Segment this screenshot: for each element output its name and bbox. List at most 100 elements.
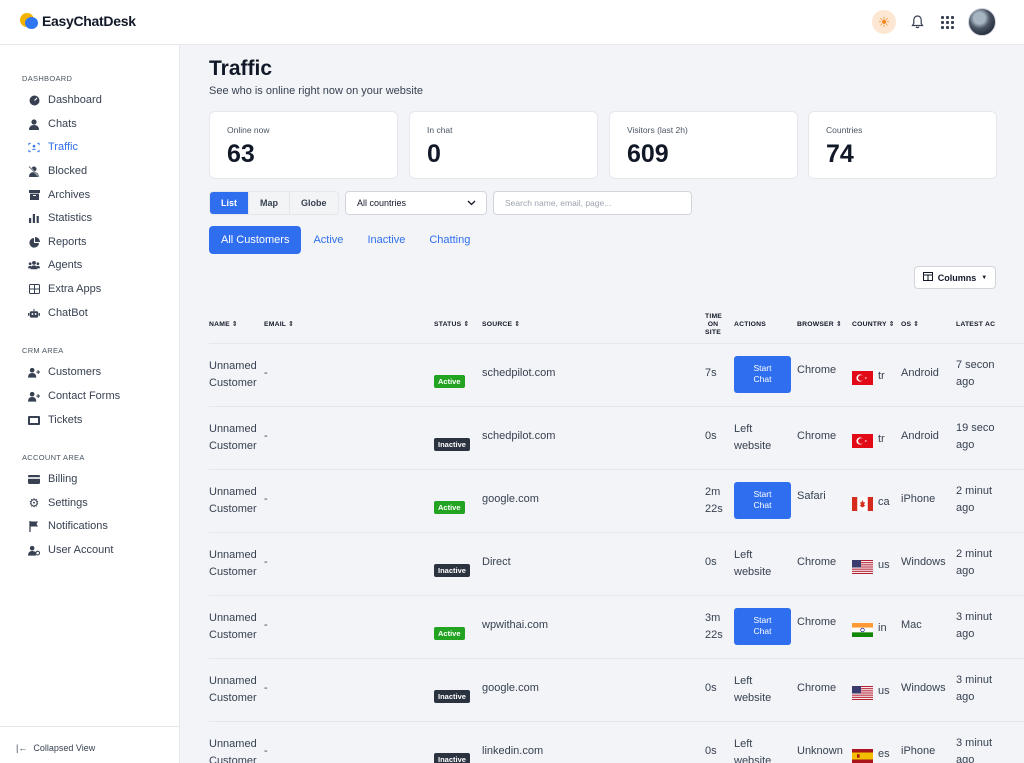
sidebar-item-billing[interactable]: Billing (28, 472, 77, 486)
sidebar-item-user-account[interactable]: User Account (28, 543, 113, 557)
tab-chatting[interactable]: Chatting (417, 226, 482, 254)
column-header-latest[interactable]: LATEST AC (956, 321, 996, 329)
chevron-down-icon (467, 192, 476, 214)
view-globe-button[interactable]: Globe (290, 192, 338, 214)
customer-name: Unnamed Customer (209, 423, 257, 452)
source: google.com (482, 682, 539, 694)
view-toggle: List Map Globe (209, 191, 339, 215)
user-plus-icon (28, 366, 40, 378)
sidebar-item-chatbot[interactable]: ChatBot (28, 306, 88, 320)
avatar[interactable] (968, 8, 996, 36)
column-header-actions: ACTIONS (734, 321, 766, 328)
flag-us-icon (852, 686, 873, 700)
tab-inactive[interactable]: Inactive (355, 226, 417, 254)
left-website-text: Left website (734, 549, 772, 578)
os: Windows (901, 682, 946, 694)
search-input[interactable] (493, 191, 692, 215)
column-header-name[interactable]: NAME ⇕ (209, 321, 238, 329)
apps-grid-icon[interactable] (938, 13, 956, 31)
app-name: EasyChatDesk (42, 13, 136, 29)
sidebar-item-extra-apps[interactable]: Extra Apps (28, 282, 101, 296)
start-chat-button[interactable]: Start Chat (734, 356, 791, 393)
browser: Chrome (797, 364, 837, 376)
time-on-site: 0s (705, 682, 717, 694)
country-select-value: All countries (357, 198, 407, 208)
left-website-text: Left website (734, 738, 772, 763)
time-on-site: 0s (705, 556, 717, 568)
tab-active[interactable]: Active (301, 226, 355, 254)
theme-toggle-sun-icon[interactable]: ☀ (872, 10, 896, 34)
status-badge: Active (434, 501, 465, 514)
bell-icon[interactable] (908, 13, 926, 31)
country-code: tr (878, 433, 885, 445)
browser: Chrome (797, 616, 837, 628)
latest-activity: 7 secon ago (956, 359, 995, 388)
column-header-country[interactable]: COUNTRY ⇕ (852, 321, 895, 329)
collapse-view-button[interactable]: |← Collapsed View (16, 743, 95, 753)
sidebar-item-label: Chats (48, 118, 77, 130)
sidebar-item-label: User Account (48, 544, 114, 556)
sidebar-item-settings[interactable]: ⚙ Settings (28, 496, 88, 510)
user-plus-icon (28, 390, 40, 402)
column-header-source[interactable]: SOURCE ⇕ (482, 321, 520, 329)
latest-activity: 2 minut ago (956, 548, 993, 577)
stat-label: In chat (427, 125, 453, 135)
sidebar-item-statistics[interactable]: Statistics (28, 211, 92, 225)
sidebar-item-agents[interactable]: Agents (28, 258, 82, 272)
stat-value: 74 (826, 140, 854, 168)
sidebar-item-label: Archives (48, 189, 91, 201)
status-badge: Inactive (434, 438, 470, 451)
column-header-os[interactable]: OS ⇕ (901, 321, 919, 329)
sidebar-section-title: ACCOUNT AREA (22, 453, 85, 462)
os: Windows (901, 556, 946, 568)
customer-email: - (264, 682, 268, 694)
robot-icon (28, 307, 40, 319)
customer-email: - (264, 367, 268, 379)
os: Android (901, 367, 939, 379)
start-chat-button[interactable]: Start Chat (734, 482, 791, 519)
time-on-site: 2m 22s (705, 486, 723, 515)
sidebar-item-label: ChatBot (48, 307, 88, 319)
sidebar-item-customers[interactable]: Customers (28, 365, 101, 379)
customer-email: - (264, 493, 268, 505)
flag-in-icon (852, 623, 873, 637)
columns-button[interactable]: Columns ▼ (914, 266, 996, 289)
start-chat-button[interactable]: Start Chat (734, 608, 791, 645)
column-header-browser[interactable]: BROWSER ⇕ (797, 321, 842, 329)
sidebar-item-blocked[interactable]: Blocked (28, 164, 87, 178)
sidebar-item-archives[interactable]: Archives (28, 188, 90, 202)
logo-icon (20, 12, 38, 30)
sidebar-item-tickets[interactable]: Tickets (28, 413, 82, 427)
column-header-email[interactable]: EMAIL ⇕ (264, 321, 294, 329)
view-map-button[interactable]: Map (249, 192, 291, 214)
view-list-button[interactable]: List (210, 192, 250, 214)
customer-name: Unnamed Customer (209, 612, 257, 641)
sidebar-item-label: Blocked (48, 165, 88, 177)
sidebar-item-label: Agents (48, 259, 83, 271)
grid-box-icon (28, 283, 40, 295)
tab-all-customers[interactable]: All Customers (209, 226, 302, 254)
sidebar-item-notifications[interactable]: Notifications (28, 519, 108, 533)
traffic-icon (28, 141, 40, 153)
sidebar-item-chats[interactable]: Chats (28, 117, 77, 131)
os: Android (901, 430, 939, 442)
country-select[interactable]: All countries (345, 191, 487, 215)
stat-card-countries: Countries 74 (808, 111, 997, 179)
latest-activity: 19 seco ago (956, 422, 995, 451)
stat-value: 63 (227, 140, 255, 168)
customer-name: Unnamed Customer (209, 738, 257, 763)
filter-tabs: All Customers Active Inactive Chatting (209, 226, 482, 254)
os: iPhone (901, 493, 936, 505)
logo[interactable]: EasyChatDesk (20, 12, 136, 30)
sidebar-item-traffic[interactable]: Traffic (28, 140, 78, 154)
sidebar-item-dashboard[interactable]: Dashboard (28, 93, 102, 107)
users-icon (28, 259, 40, 271)
country-code: us (878, 559, 890, 571)
column-header-status[interactable]: STATUS ⇕ (434, 321, 469, 329)
status-badge: Active (434, 627, 465, 640)
sidebar-item-reports[interactable]: Reports (28, 235, 87, 249)
sidebar-item-contact-forms[interactable]: Contact Forms (28, 389, 120, 403)
customer-email: - (264, 556, 268, 568)
time-on-site: 3m 22s (705, 612, 723, 641)
flag-us-icon (852, 560, 873, 574)
